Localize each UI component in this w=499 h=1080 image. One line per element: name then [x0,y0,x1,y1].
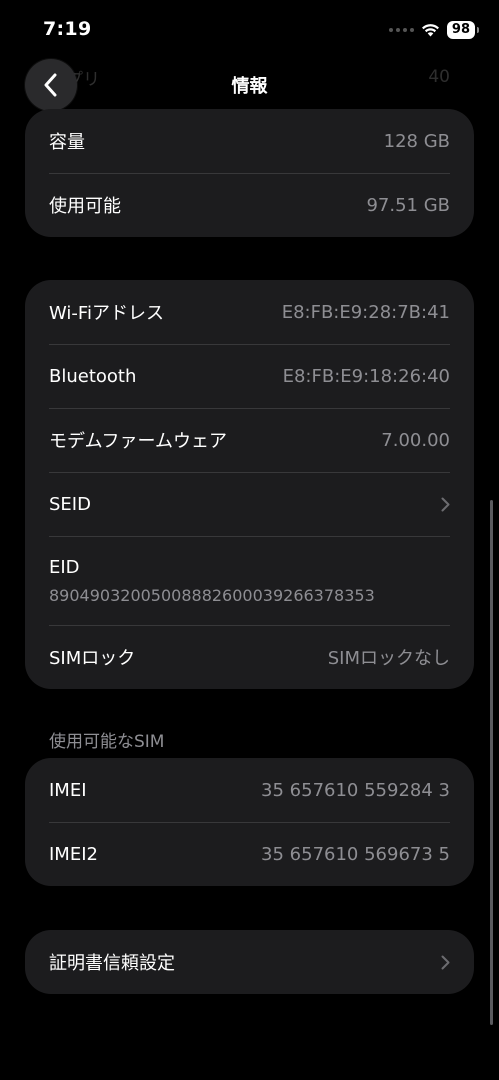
certificate-trust-row[interactable]: 証明書信頼設定 [25,930,474,994]
bluetooth-row: Bluetooth E8:FB:E9:18:26:40 [25,344,474,408]
available-sim-header: 使用可能なSIM [49,732,165,752]
status-time: 7:19 [43,18,92,40]
sim-lock-value: SIMロックなし [327,648,450,669]
available-label: 使用可能 [49,196,121,217]
imei2-row: IMEI2 35 657610 569673 5 [25,822,474,886]
modem-firmware-value: 7.00.00 [381,429,450,451]
wifi-address-label: Wi-Fiアドレス [49,303,164,324]
eid-row: EID 89049032005008882600039266378353 [25,536,474,625]
imei2-label: IMEI2 [49,843,98,865]
capacity-label: 容量 [49,132,85,153]
scroll-indicator[interactable] [490,500,493,1025]
wifi-address-value: E8:FB:E9:28:7B:41 [281,301,450,323]
cellular-signal-icon [388,28,414,32]
available-value: 97.51 GB [366,194,450,216]
wifi-icon [421,24,439,37]
available-sim-group: IMEI 35 657610 559284 3 IMEI2 35 657610 … [25,758,474,886]
seid-row[interactable]: SEID [25,472,474,536]
seid-label: SEID [49,493,91,515]
modem-firmware-label: モデムファームウェア [49,431,228,452]
bluetooth-value: E8:FB:E9:18:26:40 [282,365,450,387]
eid-label: EID [49,556,80,578]
identifiers-group: Wi-Fiアドレス E8:FB:E9:28:7B:41 Bluetooth E8… [25,280,474,689]
available-row: 使用可能 97.51 GB [25,173,474,237]
chevron-right-icon [441,497,450,512]
bluetooth-label: Bluetooth [49,365,137,387]
wifi-address-row: Wi-Fiアドレス E8:FB:E9:28:7B:41 [25,280,474,344]
sim-lock-row: SIMロック SIMロックなし [25,625,474,689]
page-title: 情報 [231,76,268,97]
imei2-value: 35 657610 569673 5 [261,843,450,865]
modem-firmware-row: モデムファームウェア 7.00.00 [25,408,474,472]
status-icons: 98 [388,20,480,40]
eid-value: 89049032005008882600039266378353 [49,585,375,605]
capacity-value: 128 GB [383,130,450,152]
certificate-group: 証明書信頼設定 [25,930,474,994]
imei-label: IMEI [49,779,87,801]
imei-value: 35 657610 559284 3 [261,779,450,801]
sim-lock-label: SIMロック [49,648,136,669]
status-bar: 7:19 98 [0,0,499,58]
battery-icon: 98 [446,21,480,39]
storage-group: 容量 128 GB 使用可能 97.51 GB [25,109,474,237]
imei-row: IMEI 35 657610 559284 3 [25,758,474,822]
certificate-trust-label: 証明書信頼設定 [49,953,175,974]
chevron-right-icon [441,955,450,970]
capacity-row: 容量 128 GB [25,109,474,173]
